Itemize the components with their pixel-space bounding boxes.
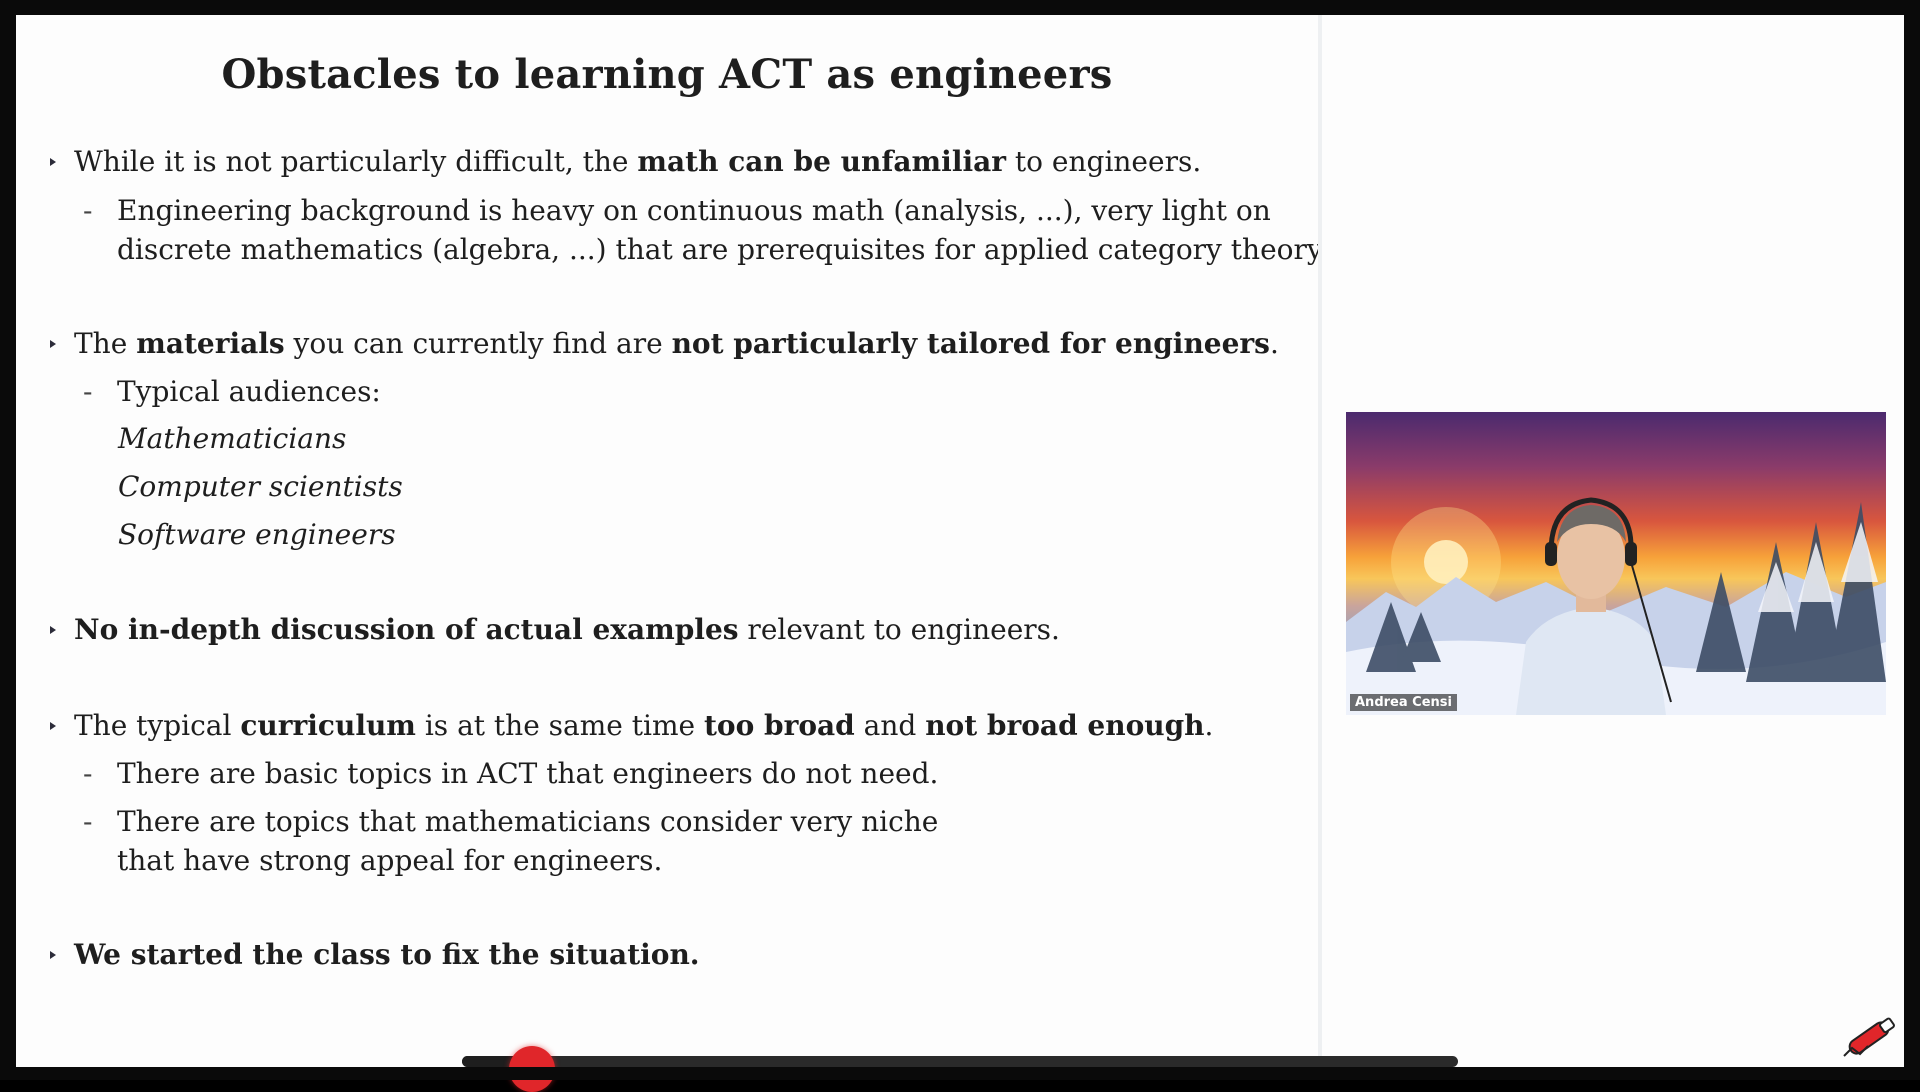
bullet-examples: No in-depth discussion of actual example… [50, 611, 1060, 649]
bullet-marker-icon [50, 951, 56, 959]
presentation-slide: Obstacles to learning ACT as engineers W… [16, 15, 1328, 1067]
bullet-curriculum: The typical curriculum is at the same ti… [50, 707, 1213, 745]
bottom-edge [0, 1067, 1920, 1080]
bullet-math-unfamiliar: While it is not particularly difficult, … [50, 143, 1201, 181]
participant-video-tile[interactable]: Andrea Censi [1346, 412, 1886, 715]
screen: Obstacles to learning ACT as engineers W… [0, 0, 1920, 1092]
bullet-materials: The materials you can currently find are… [50, 325, 1279, 363]
bullet-marker-icon [50, 158, 56, 166]
sub-typical-audiences: - Typical audiences: [83, 375, 381, 408]
bullet-marker-icon [50, 626, 56, 634]
watermark-logo-icon [1843, 1017, 1895, 1057]
video-progress-bar[interactable] [462, 1056, 1458, 1067]
sub-engineering-background: - Engineering background is heavy on con… [83, 194, 1271, 227]
audience-item: Computer scientists [118, 470, 403, 503]
audience-item: Software engineers [118, 518, 396, 551]
bullet-started-class: We started the class to fix the situatio… [50, 936, 700, 974]
slide-title: Obstacles to learning ACT as engineers [221, 51, 1113, 98]
sub-niche-topics-cont: that have strong appeal for engineers. [117, 844, 663, 877]
bullet-marker-icon [50, 722, 56, 730]
video-background-image [1346, 497, 1886, 715]
bullet-marker-icon [50, 340, 56, 348]
sub-niche-topics: - There are topics that mathematicians c… [83, 805, 939, 838]
audience-item: Mathematicians [118, 422, 347, 455]
sub-engineering-background-cont: discrete mathematics (algebra, ...) that… [117, 233, 1328, 266]
sub-basic-topics: - There are basic topics in ACT that eng… [83, 757, 939, 790]
participant-name-label: Andrea Censi [1350, 694, 1457, 711]
